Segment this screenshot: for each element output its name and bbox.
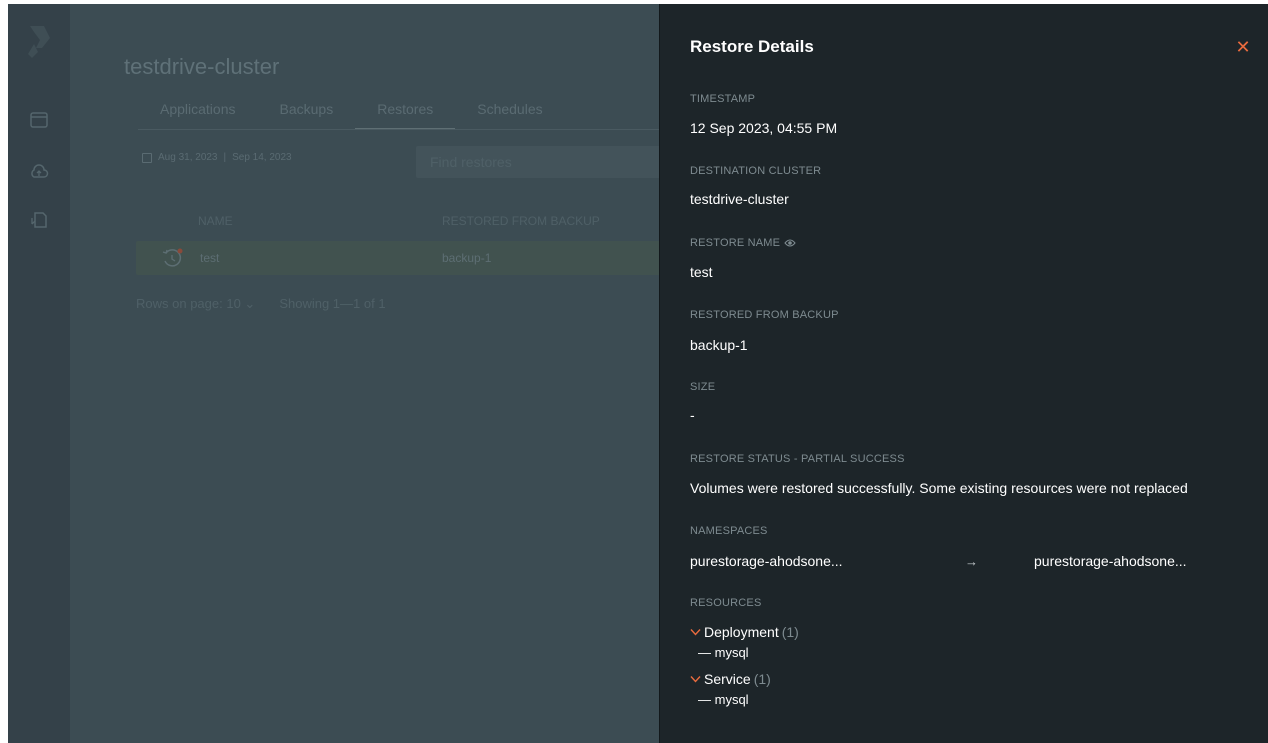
restore-name-label-row: RESTORE NAME <box>690 237 796 249</box>
timestamp-label: TIMESTAMP <box>690 93 756 105</box>
showing-count: Showing 1—1 of 1 <box>279 296 386 311</box>
namespace-target: purestorage-ahodsone... <box>1034 553 1187 569</box>
restored-from-value: backup-1 <box>690 337 748 353</box>
tab-restores[interactable]: Restores <box>355 100 456 130</box>
size-value: - <box>690 407 695 423</box>
row-restore-name: test <box>200 251 220 265</box>
tabs-divider <box>138 129 678 130</box>
pagination: Rows on page: 10 ⌄ Showing 1—1 of 1 <box>136 296 386 312</box>
tab-bar: Applications Backups Restores Schedules <box>138 100 565 130</box>
tab-backups[interactable]: Backups <box>258 100 356 130</box>
resource-kind: Service <box>704 671 751 687</box>
date-from: Aug 31, 2023 <box>158 152 218 163</box>
restore-name-value: test <box>690 264 713 280</box>
tab-applications[interactable]: Applications <box>138 100 258 130</box>
app-window: testdrive-cluster Applications Backups R… <box>8 4 1268 743</box>
calendar-icon <box>142 152 152 163</box>
resource-kind: Deployment <box>704 624 779 640</box>
row-backup-name: backup-1 <box>442 251 492 265</box>
resource-item: — mysql <box>698 692 749 707</box>
size-label: SIZE <box>690 381 716 393</box>
rows-per-page-select[interactable]: Rows on page: 10 ⌄ <box>136 296 255 312</box>
date-to: Sep 14, 2023 <box>232 152 292 163</box>
restore-history-icon <box>162 248 183 267</box>
search-input[interactable]: Find restores <box>416 146 678 178</box>
close-icon[interactable]: ✕ <box>1234 38 1252 56</box>
date-separator: | <box>223 152 227 163</box>
destination-cluster-value: testdrive-cluster <box>690 191 789 207</box>
table-row[interactable]: test backup-1 <box>136 241 696 275</box>
cloud-backup-icon[interactable] <box>29 162 49 182</box>
portworx-logo <box>28 26 50 58</box>
resource-group-deployment[interactable]: Deployment (1) <box>690 624 799 640</box>
tab-schedules[interactable]: Schedules <box>455 100 564 130</box>
timestamp-value: 12 Sep 2023, 04:55 PM <box>690 120 838 136</box>
chevron-down-icon <box>690 629 701 636</box>
applications-icon[interactable] <box>29 110 49 130</box>
restore-status-message: Volumes were restored successfully. Some… <box>690 480 1188 496</box>
chevron-down-icon <box>690 676 701 683</box>
restored-from-label: RESTORED FROM BACKUP <box>690 309 839 321</box>
column-header-restored-from[interactable]: RESTORED FROM BACKUP <box>442 214 600 228</box>
date-range-picker[interactable]: Aug 31, 2023 | Sep 14, 2023 <box>142 152 292 163</box>
resource-item: — mysql <box>698 645 749 660</box>
resources-label: RESOURCES <box>690 597 762 609</box>
sidebar <box>8 4 70 743</box>
arrow-right-icon: → <box>965 554 978 569</box>
namespaces-label: NAMESPACES <box>690 525 768 537</box>
restore-details-panel: Restore Details ✕ TIMESTAMP 12 Sep 2023,… <box>659 4 1268 743</box>
resource-count: (1) <box>753 671 771 687</box>
panel-title: Restore Details <box>690 37 814 56</box>
restore-name-label: RESTORE NAME <box>690 237 781 249</box>
page-title: testdrive-cluster <box>124 54 280 79</box>
column-header-name[interactable]: NAME <box>198 214 233 228</box>
resource-group-service[interactable]: Service (1) <box>690 671 771 687</box>
resource-count: (1) <box>781 624 799 640</box>
search-placeholder: Find restores <box>430 154 512 170</box>
namespace-source: purestorage-ahodsone... <box>690 553 843 569</box>
destination-cluster-label: DESTINATION CLUSTER <box>690 165 822 177</box>
restore-document-icon[interactable] <box>29 210 49 230</box>
restore-status-label: RESTORE STATUS - PARTIAL SUCCESS <box>690 453 905 465</box>
eye-icon[interactable] <box>784 238 796 248</box>
